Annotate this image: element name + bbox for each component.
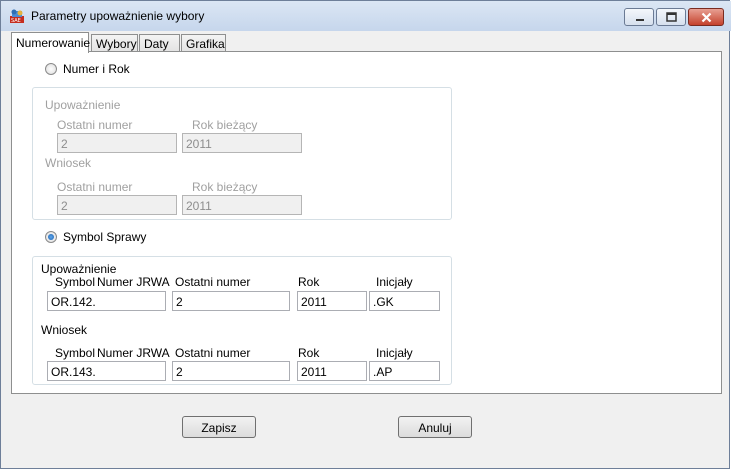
maximize-icon <box>666 12 677 22</box>
ostatni-numer-label: Ostatni numer <box>57 118 133 132</box>
wniosek-heading: Wniosek <box>41 323 88 337</box>
tab-label: Daty <box>144 37 169 51</box>
upowaznienie-rok-field[interactable]: 2011 <box>297 291 367 311</box>
rok-column-label: Rok <box>298 346 320 360</box>
upowaznienie-heading: Upoważnienie <box>41 262 117 276</box>
tab-label: Wybory <box>96 37 137 51</box>
wniosek-rok-field[interactable]: 2011 <box>297 361 367 381</box>
wniosek-ostatni-numer-field[interactable]: 2 <box>57 195 177 215</box>
minimize-button[interactable] <box>624 8 654 26</box>
rok-biezacy-label: Rok bieżący <box>192 118 258 132</box>
tab-label: Numerowanie <box>16 36 91 50</box>
symbol-column-label: Symbol <box>55 275 96 289</box>
tab-grafika[interactable]: Grafika <box>181 34 226 52</box>
upowaznienie-rok-field[interactable]: 2011 <box>182 133 302 153</box>
symbol-sprawy-label[interactable]: Symbol Sprawy <box>63 230 146 244</box>
rok-column-label: Rok <box>298 275 320 289</box>
ostatni-numer-column-label: Ostatni numer <box>175 346 251 360</box>
close-button[interactable] <box>688 8 724 26</box>
wniosek-inicjaly-field[interactable]: .AP <box>369 361 440 381</box>
symbol-sprawy-radio[interactable] <box>45 231 57 243</box>
close-icon <box>701 12 712 23</box>
window-title: Parametry upoważnienie wybory <box>31 9 205 23</box>
tab-numerowanie[interactable]: Numerowanie <box>11 32 91 53</box>
tab-wybory[interactable]: Wybory <box>91 34 138 52</box>
numer-jrwa-column-label: Numer JRWA <box>97 275 170 289</box>
minimize-icon <box>636 19 644 21</box>
upowaznienie-heading: Upoważnienie <box>45 98 121 112</box>
symbol-column-label: Symbol <box>55 346 96 360</box>
wniosek-heading: Wniosek <box>45 156 92 170</box>
ostatni-numer-label: Ostatni numer <box>57 180 133 194</box>
dialog-window: SAE Parametry upoważnienie wybory Numero… <box>0 0 731 469</box>
wniosek-symbol-field[interactable]: OR.143. <box>47 361 166 381</box>
upowaznienie-inicjaly-field[interactable]: .GK <box>369 291 440 311</box>
app-icon: SAE <box>10 9 24 24</box>
save-button[interactable]: Zapisz <box>182 416 256 438</box>
tab-page-numerowanie: Numer i Rok Upoważnienie Ostatni numer R… <box>11 51 722 394</box>
inicjaly-column-label: Inicjały <box>376 275 413 289</box>
cancel-button[interactable]: Anuluj <box>398 416 472 438</box>
wniosek-ostatni-numer-field[interactable]: 2 <box>172 361 290 381</box>
upowaznienie-symbol-field[interactable]: OR.142. <box>47 291 166 311</box>
tab-daty[interactable]: Daty <box>139 34 180 52</box>
inicjaly-column-label: Inicjały <box>376 346 413 360</box>
tab-label: Grafika <box>186 37 225 51</box>
upowaznienie-ostatni-numer-field[interactable]: 2 <box>57 133 177 153</box>
maximize-button[interactable] <box>656 8 686 26</box>
svg-text:SAE: SAE <box>11 18 21 24</box>
title-bar[interactable]: SAE Parametry upoważnienie wybory <box>1 1 731 31</box>
numer-jrwa-column-label: Numer JRWA <box>97 346 170 360</box>
wniosek-rok-field[interactable]: 2011 <box>182 195 302 215</box>
numer-rok-label[interactable]: Numer i Rok <box>63 62 130 76</box>
ostatni-numer-column-label: Ostatni numer <box>175 275 251 289</box>
numer-rok-radio[interactable] <box>45 63 57 75</box>
rok-biezacy-label: Rok bieżący <box>192 180 258 194</box>
upowaznienie-ostatni-numer-field[interactable]: 2 <box>172 291 290 311</box>
